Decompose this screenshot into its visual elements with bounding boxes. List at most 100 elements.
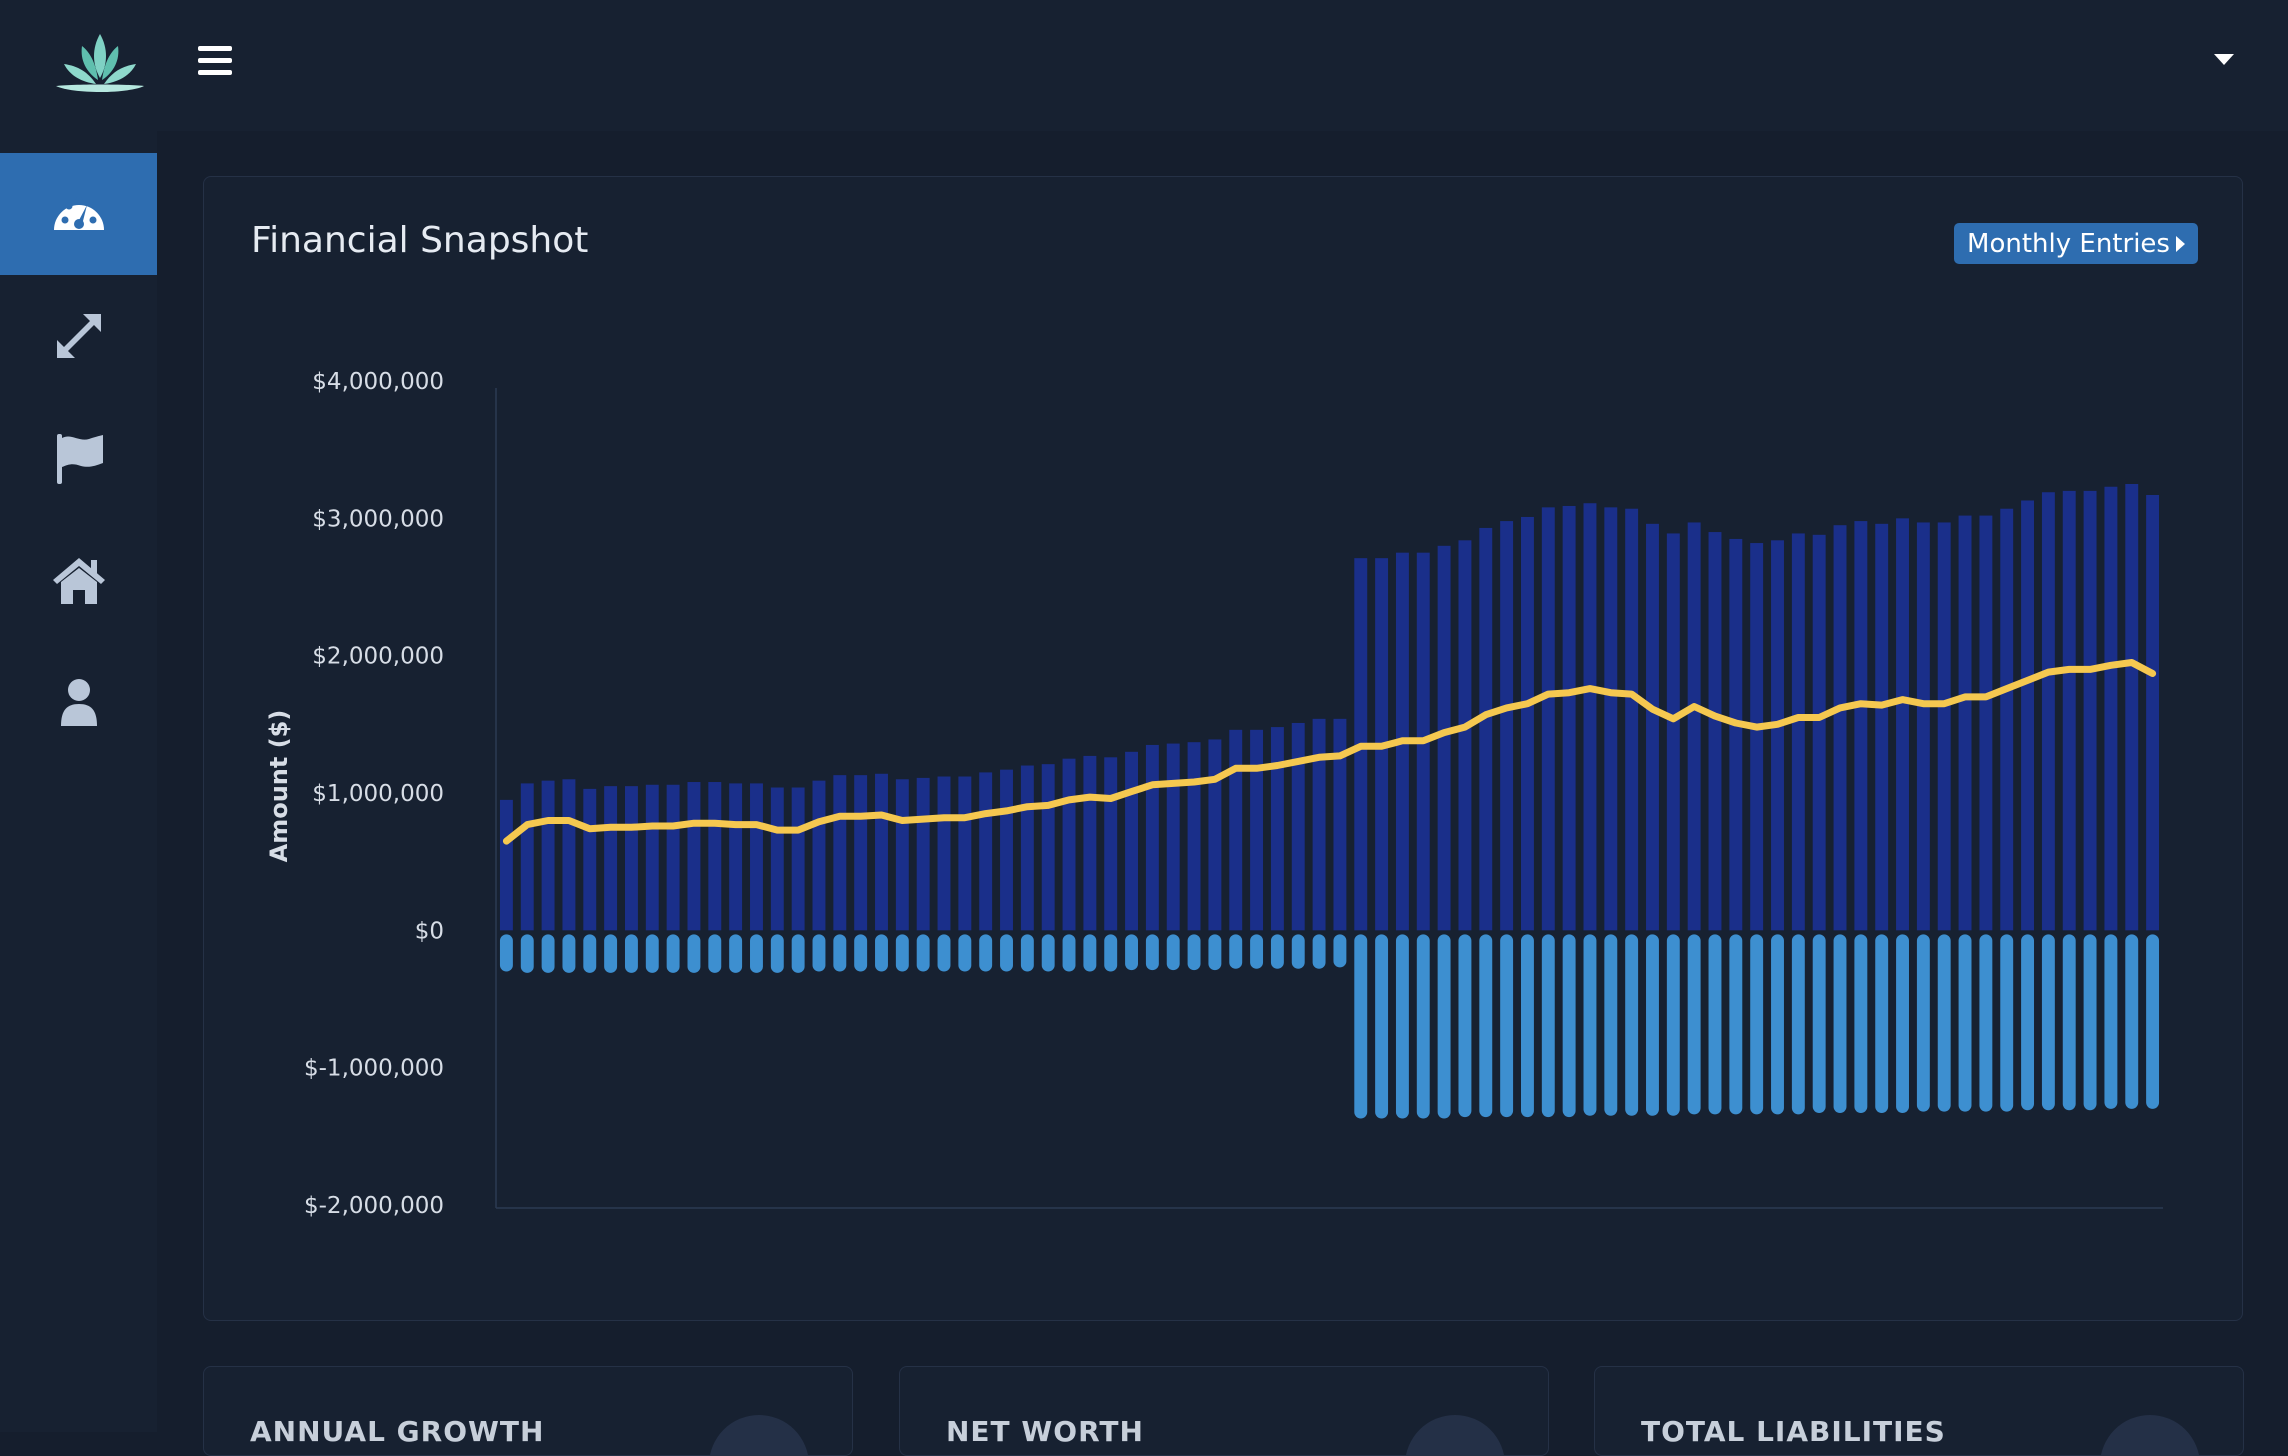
liabilities-bar <box>791 934 805 973</box>
liabilities-bar <box>2146 934 2160 1109</box>
assets-bar <box>1104 757 1118 931</box>
assets-bar <box>1833 525 1847 931</box>
menu-toggle-icon[interactable] <box>198 46 232 76</box>
stat-icon <box>709 1415 809 1455</box>
liabilities-bar <box>1395 934 1409 1119</box>
liabilities-bar <box>1833 934 1847 1113</box>
stat-card-annual-growth: ANNUAL GROWTH <box>203 1366 853 1456</box>
assets-bar <box>750 783 763 931</box>
assets-bar <box>562 779 576 931</box>
assets-bar <box>791 787 805 931</box>
assets-bar <box>1583 503 1597 931</box>
assets-bar <box>604 786 618 931</box>
assets-bar <box>2125 484 2139 931</box>
flag-icon <box>56 434 103 484</box>
stat-icon <box>1405 1415 1505 1455</box>
assets-bar <box>1771 540 1784 931</box>
lotus-logo-icon[interactable] <box>52 30 148 100</box>
assets-bar <box>1625 508 1639 931</box>
assets-bar <box>583 788 597 931</box>
liabilities-bar <box>833 934 847 972</box>
liabilities-bar <box>1145 934 1159 971</box>
assets-bar <box>1562 505 1576 931</box>
liabilities-bar <box>1062 934 1076 972</box>
liabilities-bar <box>2062 934 2076 1111</box>
assets-bar <box>729 783 743 931</box>
liabilities-bar <box>729 934 743 973</box>
assets-bar <box>1750 543 1764 931</box>
assets-bar <box>916 777 930 931</box>
liabilities-bar <box>895 934 909 972</box>
assets-bar <box>1708 532 1722 931</box>
liabilities-bar <box>1937 934 1951 1112</box>
liabilities-bar <box>770 934 784 973</box>
liabilities-bar <box>1208 934 1222 971</box>
account-dropdown-caret-icon[interactable] <box>2214 54 2234 65</box>
stat-card-net-worth: NET WORTH <box>899 1366 1549 1456</box>
assets-bar <box>1812 534 1826 931</box>
assets-bar <box>1083 755 1097 931</box>
liabilities-bar <box>666 934 680 973</box>
sidebar-item-assets[interactable] <box>0 519 157 641</box>
liabilities-bar <box>2021 934 2035 1111</box>
assets-bar <box>1646 523 1659 931</box>
liabilities-bar <box>1687 934 1701 1115</box>
y-tick-label: $4,000,000 <box>312 369 444 395</box>
liabilities-bar <box>541 934 555 973</box>
liabilities-bar <box>2125 934 2139 1109</box>
sidebar-item-goals[interactable] <box>0 397 157 519</box>
assets-bar <box>541 780 555 931</box>
assets-bar <box>979 772 993 931</box>
y-axis-label: Amount ($) <box>265 710 293 863</box>
assets-bar <box>708 782 722 931</box>
liabilities-bar <box>1854 934 1868 1113</box>
assets-bar <box>1916 522 1930 931</box>
assets-bar <box>1000 769 1013 931</box>
assets-bar <box>1145 744 1159 931</box>
y-tick-label: $1,000,000 <box>312 781 444 807</box>
liabilities-bar <box>708 934 722 973</box>
assets-bar <box>1979 515 1993 931</box>
sidebar-item-profile[interactable] <box>0 641 157 763</box>
liabilities-bar <box>1416 934 1430 1119</box>
liabilities-bar <box>1000 934 1013 972</box>
liabilities-bar <box>1771 934 1784 1115</box>
liabilities-bar <box>1646 934 1659 1116</box>
assets-bar <box>1270 727 1284 931</box>
y-tick-label: $2,000,000 <box>312 644 444 670</box>
liabilities-bar <box>1291 934 1305 969</box>
sidebar <box>0 131 157 1432</box>
assets-bar <box>875 773 888 931</box>
assets-bar <box>1187 742 1201 931</box>
assets-bar <box>1458 540 1472 931</box>
assets-bar <box>1958 515 1972 931</box>
liabilities-bar <box>1541 934 1555 1118</box>
dashboard-gauge-icon <box>53 196 104 230</box>
liabilities-bar <box>812 934 826 972</box>
liabilities-bar <box>1166 934 1180 971</box>
assets-bar <box>1020 765 1034 931</box>
assets-bar <box>520 783 534 931</box>
liabilities-bar <box>1875 934 1889 1113</box>
liabilities-bar <box>1520 934 1534 1118</box>
sidebar-item-dashboard[interactable] <box>0 153 157 275</box>
liabilities-bar <box>1666 934 1680 1116</box>
liabilities-bar <box>1604 934 1618 1116</box>
assets-bar <box>770 787 784 931</box>
assets-bar <box>1500 521 1514 931</box>
sidebar-item-transfers[interactable] <box>0 275 157 397</box>
liabilities-bar <box>1750 934 1764 1115</box>
assets-bar <box>1166 743 1180 931</box>
liabilities-bar <box>1583 934 1597 1116</box>
financial-snapshot-chart: $4,000,000 $3,000,000 $2,000,000 $1,000,000… <box>265 369 2163 1219</box>
liabilities-bar <box>1791 934 1805 1115</box>
liabilities-bar <box>1479 934 1493 1118</box>
assets-bar <box>1208 739 1222 931</box>
assets-bar <box>1937 522 1951 931</box>
assets-bar <box>499 799 513 931</box>
liabilities-bar <box>1250 934 1264 969</box>
assets-bar <box>624 786 638 931</box>
liabilities-bar <box>1916 934 1930 1112</box>
liabilities-bar <box>1437 934 1451 1119</box>
liabilities-bar <box>1083 934 1097 972</box>
